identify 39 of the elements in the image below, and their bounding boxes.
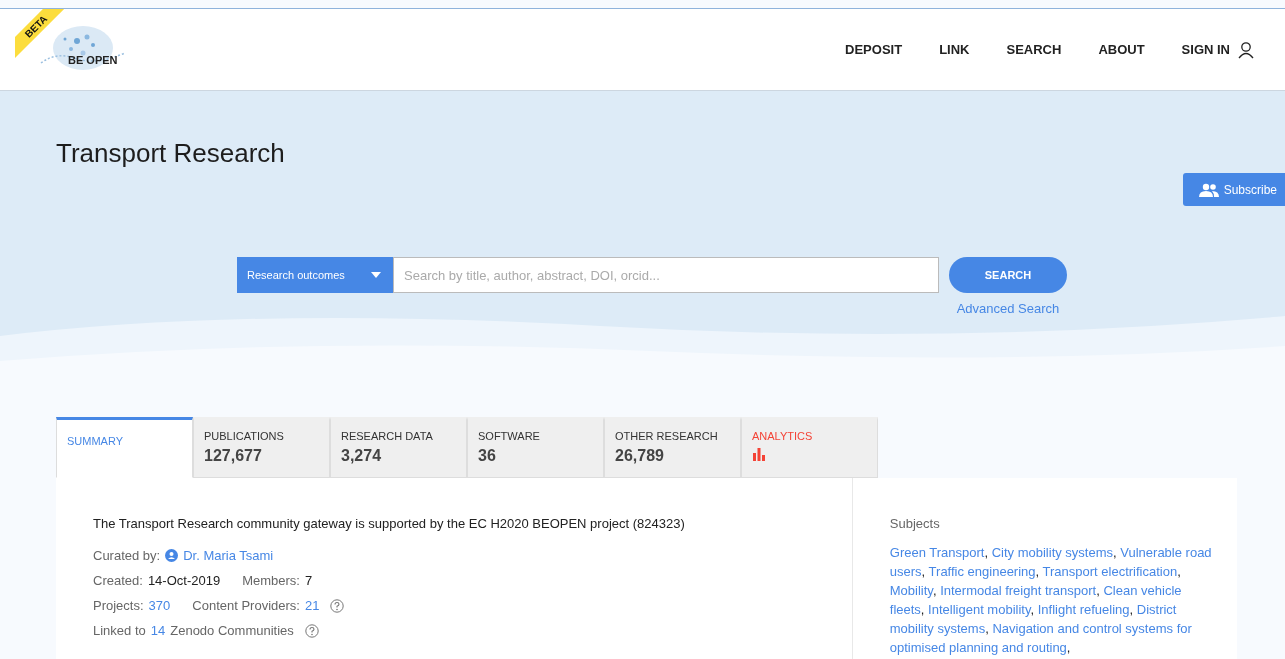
help-icon[interactable] [330,598,345,613]
tab[interactable]: OTHER RESEARCH 26,789 [604,417,741,478]
nav-link[interactable]: SIGN IN [1181,40,1255,59]
type-dropdown[interactable]: Research outcomes [237,257,393,293]
logo-text: BE OPEN [68,54,118,66]
user-icon [1237,40,1255,59]
search-button[interactable]: SEARCH [949,257,1067,293]
nav-link[interactable]: SEARCH [1006,40,1062,59]
people-icon [1198,182,1219,197]
curator-link[interactable]: Dr. Maria Tsami [183,548,274,563]
count-link[interactable]: 370 [148,598,171,613]
subscribe-button[interactable]: Subscribe [1182,173,1285,206]
tab[interactable]: RESEARCH DATA 3,274 [330,417,467,478]
description-text: The Transport Research community gateway is supported by the EC H2020 BEOPEN project (824323) [93,516,686,531]
caret-icon [371,272,381,278]
field-label: Content Providers: [192,598,300,613]
tab[interactable]: SOFTWARE 36 [467,417,604,478]
tab[interactable]: SUMMARY [56,417,193,478]
field-label: Zenodo Communities [170,623,294,638]
subject-links-text[interactable]: Green Transport, City mobility systems, Vulnerable road users, Traffic engineering, Transport electrification, Mobility, Intermodal freight transport, Clean vehicle fleets, Intelligent mobility, Inflight refueling, District mobility systems, Navigation and control systems for optimised planning and routing, [889,543,1217,657]
field-value: 7 [304,573,313,588]
person-icon [165,549,179,562]
page-title: Transport Research [56,138,285,169]
help-icon[interactable] [304,623,319,638]
field-label: Curated by: [93,548,161,563]
bar-chart-icon [752,447,766,461]
nav-link[interactable]: DEPOSIT [845,40,903,59]
subjects-heading: Subjects [889,516,941,531]
field-label: Projects: [93,598,144,613]
field-label: Linked to [93,623,146,638]
field-value: 14-Oct-2019 [147,573,221,588]
nav-link[interactable]: ABOUT [1098,40,1145,59]
search-field[interactable]: Search by title, author, abstract, DOI, orcid... [393,257,939,293]
field-label: Created: [93,573,143,588]
tab[interactable]: PUBLICATIONS 127,677 [193,417,330,478]
nav-link[interactable]: LINK [939,40,970,59]
count-link[interactable]: 21 [304,598,320,613]
count-link[interactable]: 14 [150,623,166,638]
field-label: Members: [242,573,300,588]
